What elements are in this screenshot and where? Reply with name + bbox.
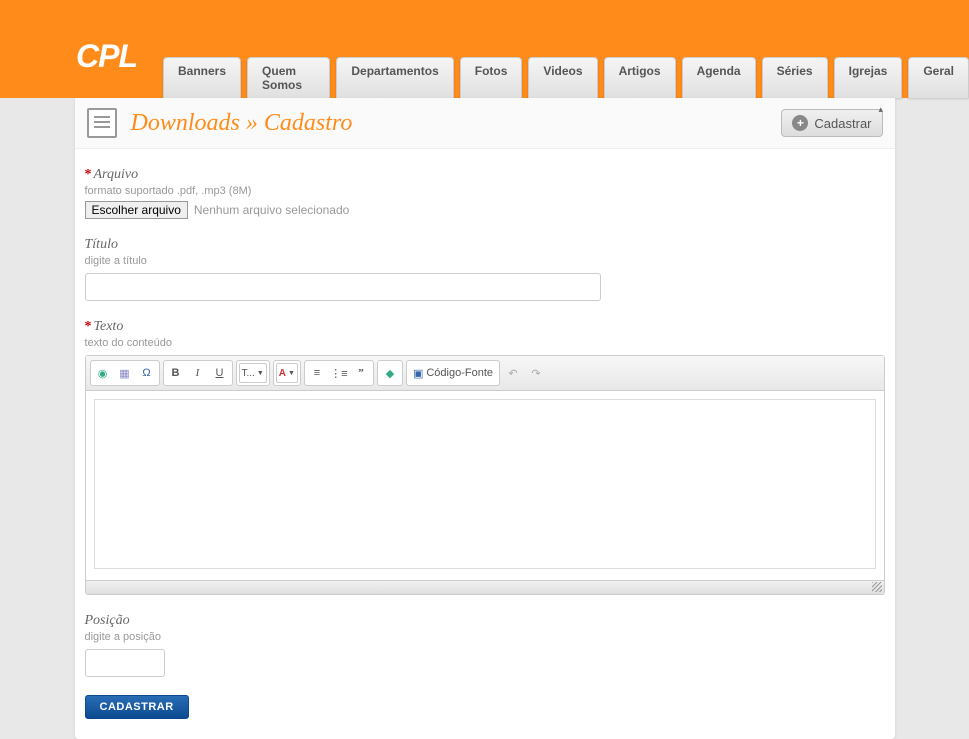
title-row: Downloads » Cadastro + Cadastrar (75, 98, 895, 149)
nav-tab-artigos[interactable]: Artigos (604, 57, 676, 98)
rich-text-editor: ◉ ▦ Ω B I U T...▼ A▼ (85, 355, 885, 595)
image-icon[interactable]: ◉ (93, 363, 113, 383)
nav-tabs: Banners Quem Somos Departamentos Fotos V… (163, 57, 969, 98)
file-status: Nenhum arquivo selecionado (194, 203, 349, 217)
arquivo-hint: formato suportado .pdf, .mp3 (8M) (85, 185, 885, 197)
titulo-input[interactable] (85, 273, 601, 301)
font-size-select[interactable]: T...▼ (239, 363, 267, 383)
titulo-label: Título (85, 237, 885, 253)
nav-tab-quem-somos[interactable]: Quem Somos (247, 57, 330, 98)
field-titulo: Título digite a título (85, 237, 885, 301)
text-color-select[interactable]: A▼ (276, 363, 298, 383)
nav-tab-departamentos[interactable]: Departamentos (336, 57, 453, 98)
main-panel: Downloads » Cadastro + Cadastrar *Arquiv… (75, 98, 895, 739)
field-texto: *Texto texto do conteúdo ◉ ▦ Ω B I U T. (85, 319, 885, 595)
document-icon (87, 108, 117, 138)
nav-tab-igrejas[interactable]: Igrejas (834, 57, 903, 98)
submit-button[interactable]: CADASTRAR (85, 695, 189, 719)
posicao-label: Posição (85, 613, 885, 629)
cadastrar-header-button[interactable]: + Cadastrar (781, 109, 882, 137)
texto-textarea[interactable] (94, 399, 876, 569)
redo-button[interactable]: ↷ (526, 363, 546, 383)
required-mark: * (85, 319, 92, 334)
bold-button[interactable]: B (166, 363, 186, 383)
choose-file-button[interactable]: Escolher arquivo (85, 201, 188, 219)
file-row: Escolher arquivo Nenhum arquivo selecion… (85, 201, 885, 219)
table-icon[interactable]: ▦ (115, 363, 135, 383)
logo: CPL (76, 38, 137, 75)
plus-icon: + (792, 115, 808, 131)
titulo-hint: digite a título (85, 255, 885, 267)
nav-tab-agenda[interactable]: Agenda (682, 57, 756, 98)
bullet-list-button[interactable]: ⋮≡ (329, 363, 349, 383)
format-icon[interactable]: ◆ (380, 363, 400, 383)
editor-toolbar: ◉ ▦ Ω B I U T...▼ A▼ (86, 356, 884, 391)
posicao-hint: digite a posição (85, 631, 885, 643)
special-char-icon[interactable]: Ω (137, 363, 157, 383)
nav-tab-geral[interactable]: Geral (908, 57, 969, 98)
posicao-input[interactable] (85, 649, 165, 677)
field-posicao: Posição digite a posição (85, 613, 885, 677)
nav-tab-fotos[interactable]: Fotos (460, 57, 523, 98)
toolbar-collapse-icon[interactable]: ▴ (879, 104, 889, 114)
numbered-list-button[interactable]: ≡ (307, 363, 327, 383)
field-arquivo: *Arquivo formato suportado .pdf, .mp3 (8… (85, 167, 885, 219)
texto-hint: texto do conteúdo (85, 337, 885, 349)
header-bar: CPL Banners Quem Somos Departamentos Fot… (0, 0, 969, 98)
blockquote-button[interactable]: ” (351, 363, 371, 383)
required-mark: * (85, 167, 92, 182)
nav-tab-series[interactable]: Séries (762, 57, 828, 98)
underline-button[interactable]: U (210, 363, 230, 383)
nav-tab-videos[interactable]: Videos (528, 57, 597, 98)
form-body: *Arquivo formato suportado .pdf, .mp3 (8… (75, 149, 895, 739)
undo-button[interactable]: ↶ (503, 363, 523, 383)
texto-label: *Texto (85, 319, 885, 335)
resize-grip[interactable] (872, 582, 882, 592)
source-button[interactable]: ▣Código-Fonte (409, 363, 497, 383)
page-title: Downloads » Cadastro (131, 110, 353, 137)
italic-button[interactable]: I (188, 363, 208, 383)
editor-footer (86, 580, 884, 594)
cadastrar-header-label: Cadastrar (814, 116, 871, 131)
arquivo-label: *Arquivo (85, 167, 885, 183)
nav-tab-banners[interactable]: Banners (163, 57, 241, 98)
